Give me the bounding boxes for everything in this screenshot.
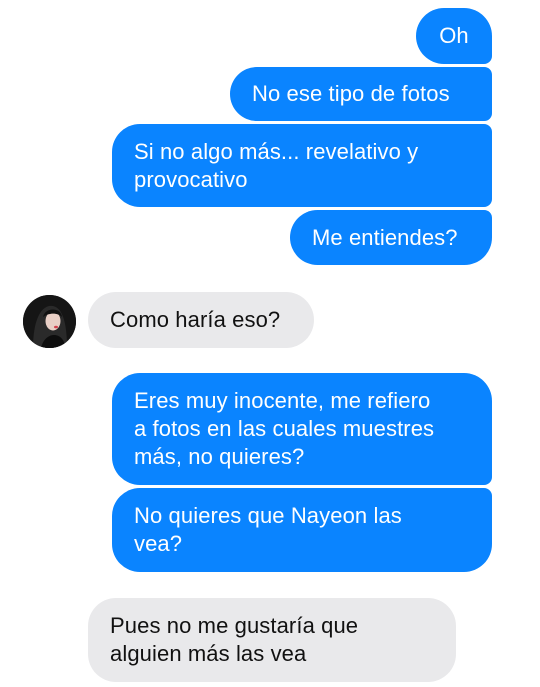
contact-avatar[interactable] xyxy=(23,295,76,348)
avatar-photo-icon xyxy=(23,295,76,348)
message-bubble-incoming[interactable]: Como haría eso? xyxy=(88,292,314,348)
message-text: No ese tipo de fotos xyxy=(252,81,450,106)
message-bubble-outgoing[interactable]: No ese tipo de fotos xyxy=(230,67,492,121)
message-bubble-outgoing[interactable]: Eres muy inocente, me refiero a fotos en… xyxy=(112,373,492,485)
message-bubble-incoming[interactable]: Pues no me gustaría que alguien más las … xyxy=(88,598,456,682)
message-text: Me entiendes? xyxy=(312,224,458,250)
message-bubble-outgoing[interactable]: Oh xyxy=(416,8,492,64)
message-bubble-outgoing[interactable]: Me entiendes? xyxy=(290,210,492,265)
message-bubble-outgoing[interactable]: No quieres que Nayeon las vea? xyxy=(112,488,492,572)
message-text: Pues no me gustaría que alguien más las … xyxy=(110,613,359,666)
message-text: Eres muy inocente, me refiero a fotos en… xyxy=(134,388,435,469)
message-text: No quieres que Nayeon las vea? xyxy=(134,503,402,556)
message-text: Si no algo más... revelativo y provocati… xyxy=(134,138,419,192)
message-text: Oh xyxy=(439,23,469,48)
message-bubble-outgoing[interactable]: Si no algo más... revelativo y provocati… xyxy=(112,124,492,207)
message-text: Como haría eso? xyxy=(110,307,281,332)
